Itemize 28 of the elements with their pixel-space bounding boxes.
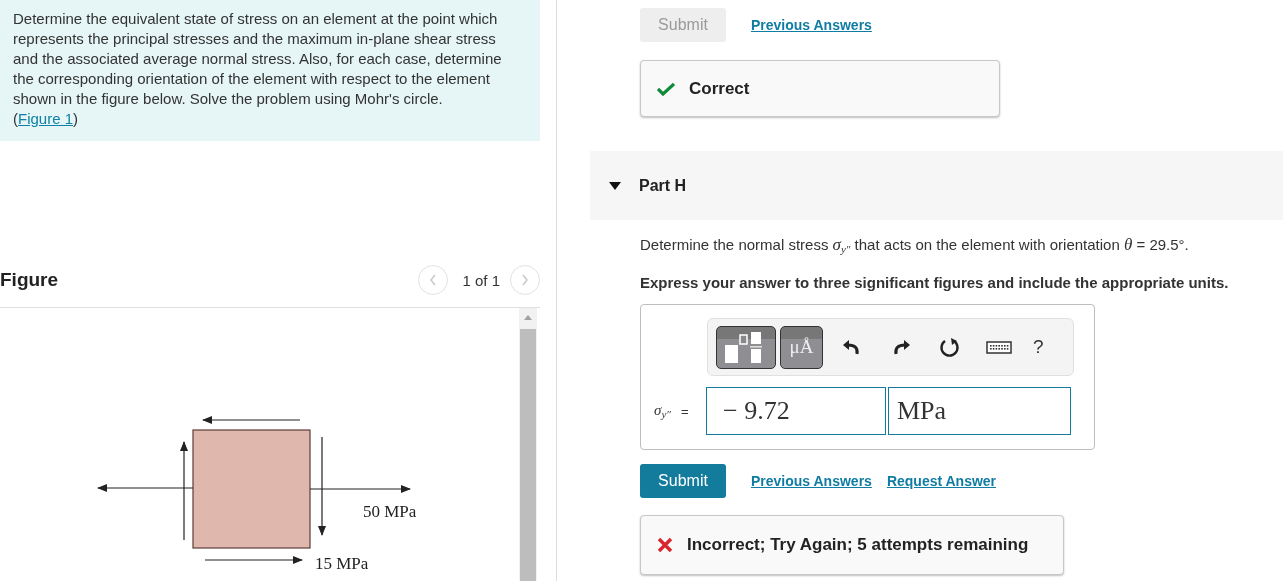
problem-text: Determine the equivalent state of stress on an element at the point which represents the principal stresses and the maximum in-plane shear stress and the associated average normal stress. Also, for each case, determine the corresponding orientation of the element with respect to the element shown in the figure below. Solve the problem using Mohr's circle. (Figure 1) [0,0,540,141]
value-field[interactable]: − 9.72 [706,387,886,435]
instruction-text: Express your answer to three significant figures and include the appropriate units. [640,274,1230,291]
reset-icon [938,337,961,357]
question-text: Determine the normal stress σ$_{y″}$ that acts on the element with orientation θ = 29.5°. [640,235,1190,257]
units-field[interactable]: MPa [888,387,1071,435]
templates-button[interactable] [716,325,776,369]
previous-answers-link[interactable]: Previous Answers [751,473,872,489]
equals-sign: = [680,403,689,419]
units-button[interactable]: μÅ [780,325,823,369]
stress-label: 15 MPa [315,554,369,573]
part-header[interactable]: Part H [590,151,1283,220]
help-button[interactable]: ? [1033,336,1044,358]
chevron-left-icon [428,273,439,287]
page-counter: 1 of 1 [462,271,500,289]
part-title: Part H [639,176,687,195]
previous-answers-link[interactable]: Previous Answers [751,17,872,33]
figure-link[interactable]: Figure 1 [18,110,74,127]
scrollbar[interactable] [519,308,537,581]
submit-button[interactable]: Submit [640,464,726,498]
chevron-right-icon [520,273,530,287]
feedback-text: Incorrect; Try Again; 5 attempts remaining [687,535,1029,555]
request-answer-link[interactable]: Request Answer [886,473,997,489]
scroll-up-icon [523,313,533,321]
feedback-text: Correct [689,78,750,99]
figure-heading: Figure [0,269,60,291]
variable-label: σ$_{y″}$ [654,402,671,420]
stress-label: 50 MPa [363,502,417,521]
